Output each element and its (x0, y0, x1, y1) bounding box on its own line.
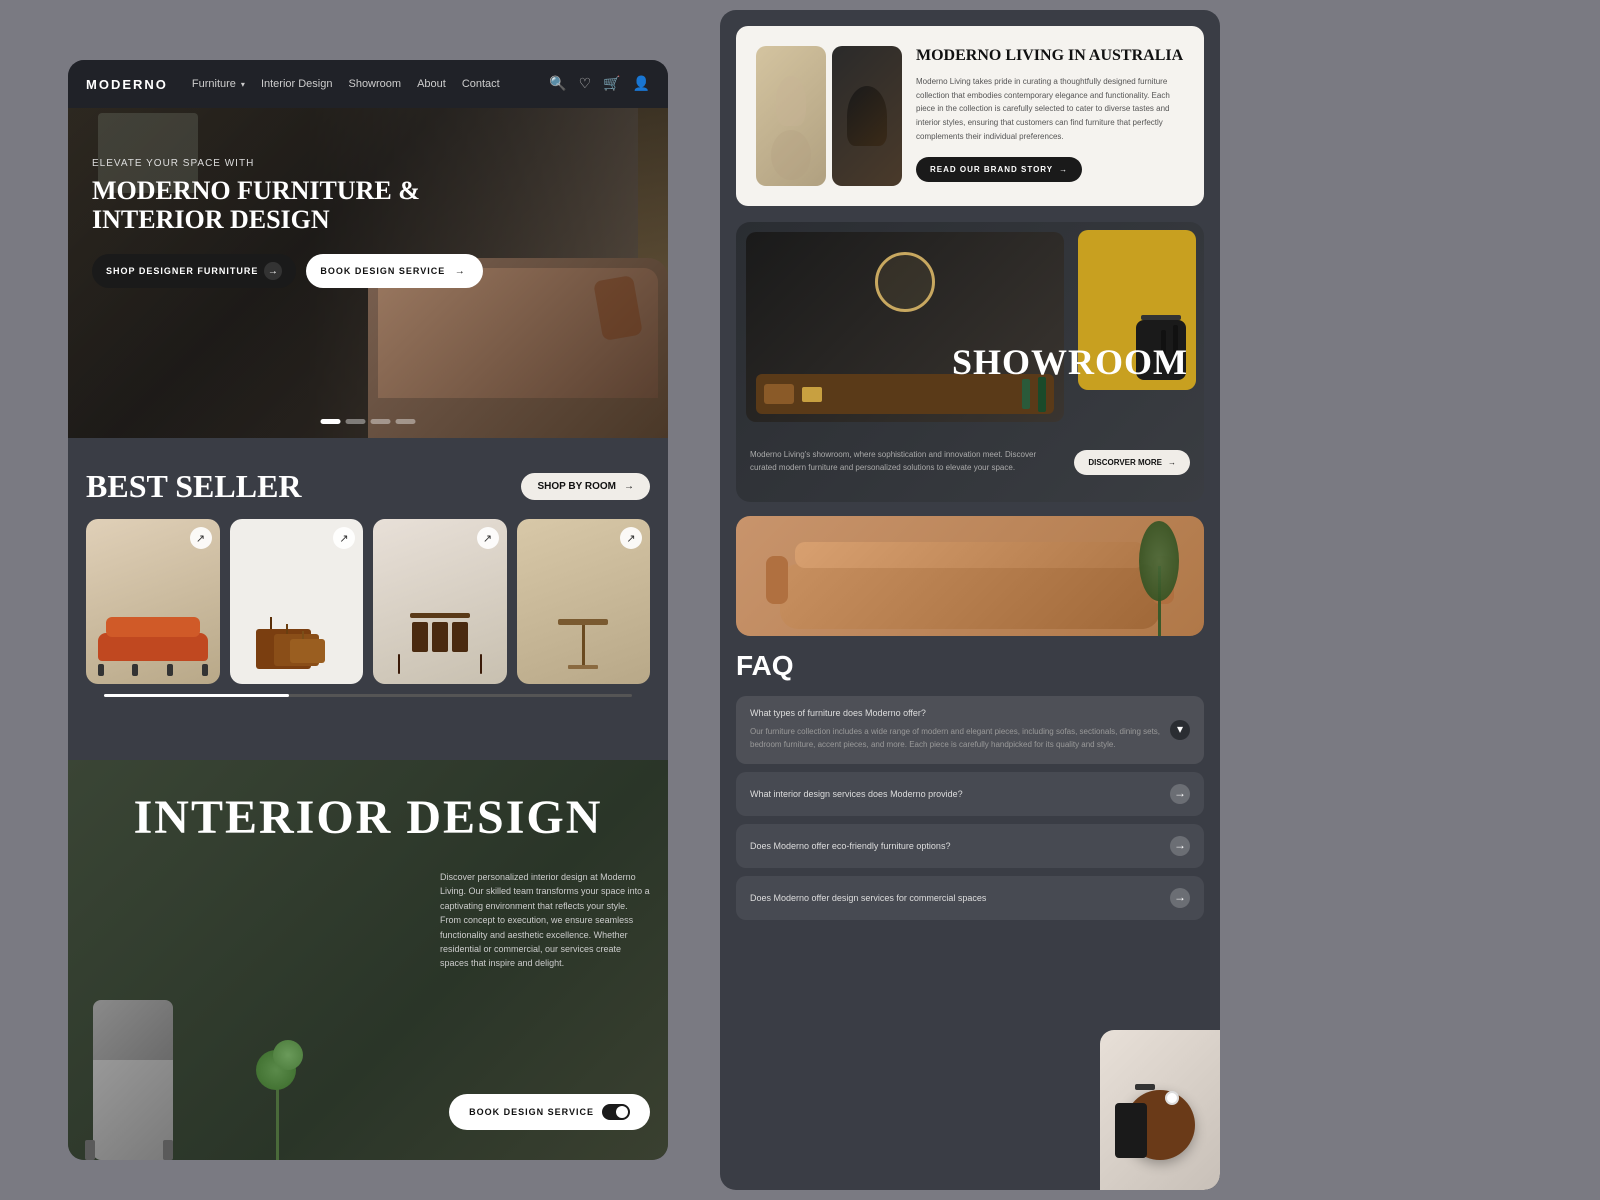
book-design-button[interactable]: BOOK DESIGN SERVICE → (306, 254, 483, 288)
showroom-main-image (746, 232, 1064, 422)
product-link-icon: ↗ (190, 527, 212, 549)
right-panel: MODERNO LIVING IN AUSTRALIA Moderno Livi… (720, 10, 1220, 1190)
showroom-description: Moderno Living's showroom, where sophist… (750, 449, 1060, 475)
best-seller-title: BEST SELLER (86, 468, 302, 505)
interior-design-description: Discover personalized interior design at… (440, 870, 650, 971)
product-link-icon: ↗ (477, 527, 499, 549)
nav-item-interior-design[interactable]: Interior Design (261, 78, 333, 90)
chevron-down-icon (239, 78, 245, 90)
brand-logo[interactable]: MODERNO (86, 77, 168, 92)
about-image-1 (756, 46, 826, 186)
arrow-right-icon: → (451, 262, 469, 280)
showroom-title: SHOWROOM (952, 341, 1204, 383)
left-panel: MODERNO Furniture Interior Design Showro… (68, 60, 668, 1160)
shop-designer-button[interactable]: SHOP DESIGNER FURNITURE → (92, 254, 296, 288)
about-description: Moderno Living takes pride in curating a… (916, 75, 1184, 143)
section-header: BEST SELLER SHOP BY ROOM → (86, 468, 650, 505)
hero-subtitle: ELEVATE YOUR SPACE WITH (92, 158, 488, 169)
faq-question-4: Does Moderno offer design services for c… (750, 893, 1160, 903)
faq-question-2: What interior design services does Moder… (750, 789, 1160, 799)
product-card-side-table[interactable]: ↗ (517, 519, 651, 684)
dot-1[interactable] (321, 419, 341, 424)
product-card-sofa[interactable]: ↗ (86, 519, 220, 684)
showroom-section: SHOWROOM Moderno Living's showroom, wher… (736, 222, 1204, 502)
about-title: MODERNO LIVING IN AUSTRALIA (916, 46, 1184, 65)
hero-buttons: SHOP DESIGNER FURNITURE → BOOK DESIGN SE… (92, 254, 488, 288)
search-icon[interactable]: 🔍 (549, 76, 566, 93)
toggle-icon (602, 1104, 630, 1120)
bottom-right-image (1100, 1030, 1220, 1190)
faq-item-4[interactable]: Does Moderno offer design services for c… (736, 876, 1204, 920)
interior-design-section: INTERIOR DESIGN Discover personalized in… (68, 760, 668, 1160)
shop-by-room-button[interactable]: SHOP BY ROOM → (521, 473, 650, 500)
faq-toggle-icon-4: → (1170, 888, 1190, 908)
arrow-right-icon: → (624, 481, 634, 492)
product-card-dining[interactable]: ↗ (373, 519, 507, 684)
product-grid: ↗ ↗ (86, 519, 650, 684)
dot-3[interactable] (371, 419, 391, 424)
carousel-dots (321, 419, 416, 424)
progress-fill (104, 694, 289, 697)
nav-links: Furniture Interior Design Showroom About… (192, 78, 549, 90)
faq-question-3: Does Moderno offer eco-friendly furnitur… (750, 841, 1160, 851)
product-link-icon: ↗ (620, 527, 642, 549)
best-seller-section: BEST SELLER SHOP BY ROOM → ↗ (68, 450, 668, 707)
showroom-mirror-decor (875, 252, 935, 312)
faq-question-1: What types of furniture does Moderno off… (750, 708, 1160, 718)
faq-toggle-icon-3: → (1170, 836, 1190, 856)
about-content: MODERNO LIVING IN AUSTRALIA Moderno Livi… (916, 46, 1184, 186)
arrow-right-icon: → (1168, 458, 1176, 467)
cart-icon[interactable]: 🛒 (603, 76, 620, 93)
about-images (756, 46, 902, 186)
faq-item-2[interactable]: What interior design services does Moder… (736, 772, 1204, 816)
product-scroll-bar[interactable] (104, 694, 632, 697)
nav-icons: 🔍 ♡ 🛒 👤 (549, 76, 650, 93)
wishlist-icon[interactable]: ♡ (579, 76, 592, 93)
faq-title: FAQ (736, 650, 1204, 682)
nav-item-furniture[interactable]: Furniture (192, 78, 245, 90)
dot-4[interactable] (396, 419, 416, 424)
product-link-icon: ↗ (333, 527, 355, 549)
nav-item-about[interactable]: About (417, 78, 446, 90)
read-brand-story-button[interactable]: READ OUR BRAND STORY → (916, 157, 1082, 182)
nav-item-showroom[interactable]: Showroom (348, 78, 401, 90)
interior-design-title: INTERIOR DESIGN (68, 790, 668, 845)
nav-item-contact[interactable]: Contact (462, 78, 500, 90)
hero-content: ELEVATE YOUR SPACE WITH MODERNO FURNITUR… (92, 158, 488, 288)
faq-section: FAQ What types of furniture does Moderno… (736, 650, 1204, 920)
product-card-tables[interactable]: ↗ (230, 519, 364, 684)
faq-toggle-icon-2: → (1170, 784, 1190, 804)
sofa-hero-section (736, 516, 1204, 636)
discover-more-button[interactable]: DISCORVER MORE → (1074, 450, 1190, 475)
arrow-right-icon: → (264, 262, 282, 280)
showroom-bottom-bar: Moderno Living's showroom, where sophist… (736, 422, 1204, 502)
user-icon[interactable]: 👤 (633, 76, 650, 93)
faq-answer-1: Our furniture collection includes a wide… (750, 726, 1160, 752)
hero-section: ELEVATE YOUR SPACE WITH MODERNO FURNITUR… (68, 108, 668, 438)
about-section: MODERNO LIVING IN AUSTRALIA Moderno Livi… (736, 26, 1204, 206)
faq-item-1[interactable]: What types of furniture does Moderno off… (736, 696, 1204, 764)
arrow-right-icon: → (1059, 165, 1068, 174)
dot-2[interactable] (346, 419, 366, 424)
hero-title: MODERNO FURNITURE & INTERIOR DESIGN (92, 177, 488, 234)
navbar: MODERNO Furniture Interior Design Showro… (68, 60, 668, 108)
faq-item-3[interactable]: Does Moderno offer eco-friendly furnitur… (736, 824, 1204, 868)
about-image-2 (832, 46, 902, 186)
faq-toggle-icon-1: ▾ (1170, 720, 1190, 740)
book-design-service-button[interactable]: BOOK DESIGN SERVICE (449, 1094, 650, 1130)
